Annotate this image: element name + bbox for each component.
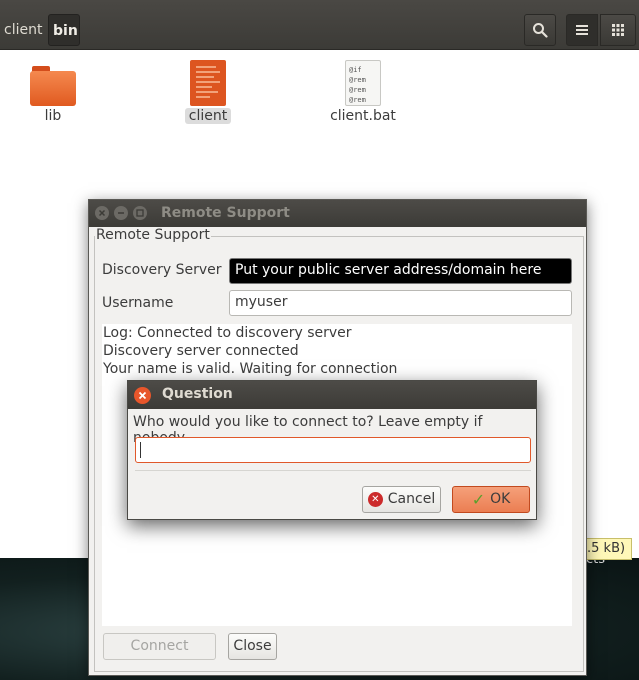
search-icon [533, 23, 548, 38]
breadcrumb-bin[interactable]: bin [48, 14, 80, 46]
maximize-icon [136, 209, 144, 217]
file-name: client [184, 108, 232, 124]
file-item-lib[interactable]: lib [8, 58, 98, 124]
file-preview-line: @rem [349, 86, 366, 94]
search-button[interactable] [524, 14, 556, 46]
username-label: Username [102, 295, 174, 311]
file-name: lib [44, 108, 62, 124]
cancel-label: Cancel [387, 491, 436, 507]
checkmark-icon: ✓ [471, 490, 486, 509]
list-view-icon [576, 25, 588, 35]
cancel-button[interactable]: ✕ Cancel [362, 486, 441, 513]
grid-view-icon [612, 24, 624, 36]
connect-target-input[interactable] [135, 437, 531, 463]
log-line: Discovery server connected [103, 343, 299, 359]
file-preview-line: @rem [349, 96, 366, 104]
text-file-icon: @if @rem @rem @rem [345, 60, 381, 106]
ok-label: OK [490, 491, 511, 507]
log-line: Log: Connected to discovery server [103, 325, 352, 341]
username-field[interactable]: myuser [229, 290, 572, 316]
ok-button[interactable]: ✓ OK [452, 486, 530, 513]
discovery-server-field[interactable]: Put your public server address/domain he… [229, 258, 572, 284]
file-preview-line: @rem [349, 76, 366, 84]
folder-icon [30, 66, 76, 106]
dialog-separator [135, 470, 531, 471]
dialog-close-button[interactable] [134, 387, 151, 404]
dialog-title: Question [162, 386, 233, 402]
file-size-status: .5 kB) [580, 538, 633, 560]
file-item-client-bat[interactable]: @if @rem @rem @rem client.bat [318, 58, 408, 124]
discovery-server-label: Discovery Server [102, 262, 222, 278]
group-label: Remote Support [95, 227, 211, 243]
grid-view-button[interactable] [600, 14, 636, 46]
executable-file-icon [190, 60, 226, 106]
close-icon [98, 209, 106, 217]
connect-button[interactable]: Connect [103, 633, 216, 660]
cancel-icon: ✕ [367, 492, 383, 507]
remote-support-titlebar[interactable]: Remote Support [89, 200, 586, 227]
window-close-button[interactable] [95, 206, 109, 220]
minimize-icon [118, 212, 124, 214]
window-title: Remote Support [161, 205, 290, 221]
file-name: client.bat [330, 108, 396, 124]
question-dialog: Question Who would you like to connect t… [127, 380, 537, 520]
file-manager-header: client bin [0, 0, 639, 50]
window-maximize-button[interactable] [133, 206, 147, 220]
text-caret [140, 442, 141, 458]
close-icon [138, 391, 147, 400]
breadcrumb-client[interactable]: client [0, 14, 45, 46]
log-line: Your name is valid. Waiting for connecti… [103, 361, 398, 377]
file-item-client[interactable]: client [163, 58, 253, 124]
window-minimize-button[interactable] [114, 206, 128, 220]
file-preview-line: @if [349, 66, 362, 74]
close-button[interactable]: Close [228, 633, 277, 660]
question-dialog-titlebar[interactable]: Question [128, 381, 536, 409]
list-view-button[interactable] [566, 14, 598, 46]
